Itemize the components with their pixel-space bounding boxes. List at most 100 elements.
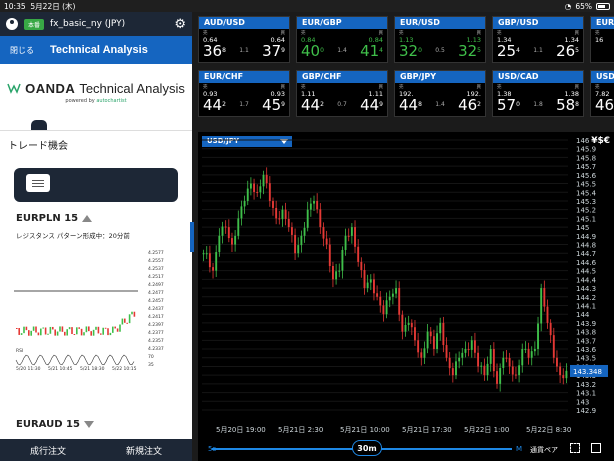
wifi-icon: ◔ (564, 1, 572, 11)
price-axis-label: 144.1 (576, 302, 596, 310)
ticker-pair: EUR/CHF (199, 71, 289, 83)
trade-pair-2[interactable]: EURAUD 15 (0, 414, 110, 434)
mini-candle (25, 326, 28, 331)
candle-body (426, 331, 429, 349)
mini-candle (92, 329, 95, 336)
close-button[interactable]: 閉じる (10, 45, 34, 56)
price-axis-label: 145.1 (576, 215, 596, 223)
mini-price-label: 4.2497 (148, 283, 164, 288)
ticker-eur-jpy[interactable]: EUR/JPY売買16 (590, 16, 614, 63)
logo-main: OANDA Technical Analysis (7, 81, 185, 96)
candle-body (508, 358, 511, 367)
bid-price: 442 (203, 96, 226, 114)
account-name[interactable]: fx_basic_ny (JPY) (50, 19, 125, 29)
bid-price: 570 (497, 96, 520, 114)
candle-body (527, 348, 530, 358)
ticker-pair: USD/ (591, 71, 614, 83)
spread: 0.5 (435, 47, 445, 54)
mini-candle (71, 327, 73, 335)
ticker-usd-[interactable]: USD/売7.8246 (590, 70, 614, 117)
market-order-button[interactable]: 成行注文 (0, 439, 96, 461)
mini-price-label: 4.2457 (148, 299, 164, 304)
trade-pair-1[interactable]: EURPLN 15 (0, 208, 192, 228)
ticker-small-prices: 16 (595, 36, 604, 44)
candle-body (505, 357, 508, 359)
ticker-eur-usd[interactable]: EUR/USD 売買 1.13 1.13 320 0.5 325 (394, 16, 486, 63)
panel-drag-handle[interactable] (190, 222, 194, 252)
candle-body (259, 186, 262, 193)
ticker-gbp-chf[interactable]: GBP/CHF 売買 1.11 1.11 442 0.7 449 (296, 70, 388, 117)
bid-price: 368 (203, 42, 226, 60)
mini-candle (23, 326, 25, 334)
price-axis-label: 143.8 (576, 329, 596, 337)
mini-candle (54, 329, 56, 336)
ticker-big-prices: 320 0.5 325 (395, 44, 485, 59)
mini-candle (40, 328, 42, 336)
currency-pair-button[interactable]: 通貨ペア (530, 445, 558, 455)
ticker-usd-cad[interactable]: USD/CAD 売買 1.38 1.38 570 1.8 588 (492, 70, 584, 117)
trade-heading: トレード機会 (0, 130, 192, 160)
candle-body (388, 296, 391, 301)
price-axis-label: 145.6 (576, 172, 597, 180)
candle-body (234, 235, 237, 245)
price-chart[interactable]: 146145.9145.8145.7145.6145.5145.4145.314… (198, 132, 614, 435)
triangle-down-icon (83, 420, 94, 428)
mini-candle (28, 330, 30, 336)
mini-candle (95, 326, 97, 330)
mini-price-label: 4.2437 (148, 307, 164, 312)
fullscreen-icon[interactable] (591, 443, 601, 453)
logo-area: OANDA Technical Analysis powered by auto… (0, 64, 192, 120)
mini-candle (18, 328, 20, 335)
price-axis-label: 143.9 (576, 320, 596, 328)
mini-candle (30, 330, 32, 336)
candle-body (303, 227, 306, 236)
candle-body (524, 348, 527, 350)
ticker-aud-usd[interactable]: AUD/USD 売買 0.64 0.64 368 1.1 379 (198, 16, 290, 63)
candle-body (249, 183, 252, 189)
candle-body (458, 357, 461, 362)
chart-controls: 5s 30m M 通貨ペア (198, 435, 614, 461)
mini-candle (52, 326, 54, 330)
candle-body (316, 200, 319, 210)
candle-body (502, 357, 505, 368)
date-axis-label: 5月22日 1:00 (464, 426, 509, 434)
candle-body (486, 363, 489, 376)
candle-body (231, 238, 233, 245)
ticker-eur-gbp[interactable]: EUR/GBP 売買 0.84 0.84 400 1.4 414 (296, 16, 388, 63)
battery-percent: 65% (575, 1, 592, 11)
mini-candle (32, 326, 35, 331)
rate-tickers: AUD/USD 売買 0.64 0.64 368 1.1 379 EUR/GBP 売買 0.84 0… (198, 16, 614, 118)
candle-body (417, 340, 420, 353)
candle-body (331, 266, 334, 280)
candle-body (467, 349, 470, 351)
new-order-button[interactable]: 新規注文 (96, 439, 192, 461)
mini-candle (112, 326, 114, 333)
ticker-pair: EUR/USD (395, 17, 485, 29)
candle-body (530, 351, 533, 358)
person-icon[interactable] (6, 18, 18, 30)
candle-body (287, 218, 290, 228)
candle-body (518, 365, 521, 376)
candle-body (496, 371, 498, 384)
price-axis-label: 145.3 (576, 198, 596, 206)
ticker-eur-chf[interactable]: EUR/CHF 売買 0.93 0.93 442 1.7 459 (198, 70, 290, 117)
ticker-gbp-usd[interactable]: GBP/USD 売買 1.34 1.34 254 1.1 265 (492, 16, 584, 63)
ticker-gbp-jpy[interactable]: GBP/JPY 売買 192. 192. 448 1.4 462 (394, 70, 486, 117)
price-axis-label: 143.6 (576, 346, 597, 354)
gear-icon[interactable]: ⚙ (174, 17, 186, 32)
logo-sub: powered by autochartist (65, 98, 126, 104)
section-tab[interactable] (31, 120, 47, 130)
status-date: 5月22日 (木) (30, 1, 76, 11)
mini-candle (16, 328, 18, 329)
crosshair-icon[interactable] (570, 443, 580, 453)
hamburger-menu-button[interactable] (26, 174, 50, 192)
candle-body (470, 340, 473, 350)
mini-price-label: 4.2377 (148, 331, 164, 336)
mini-chart-bg (14, 248, 144, 372)
ticker-pair: EUR/JPY (591, 17, 614, 29)
mini-chart[interactable]: RSI 5/20 11:30 5/21 10:45 5/21 18:30 5/22 10… (14, 248, 144, 372)
mini-candle (59, 326, 61, 332)
status-right: ◔ 65% (565, 2, 610, 11)
interval-pill[interactable]: 30m (352, 440, 382, 456)
candle-body (350, 227, 353, 236)
